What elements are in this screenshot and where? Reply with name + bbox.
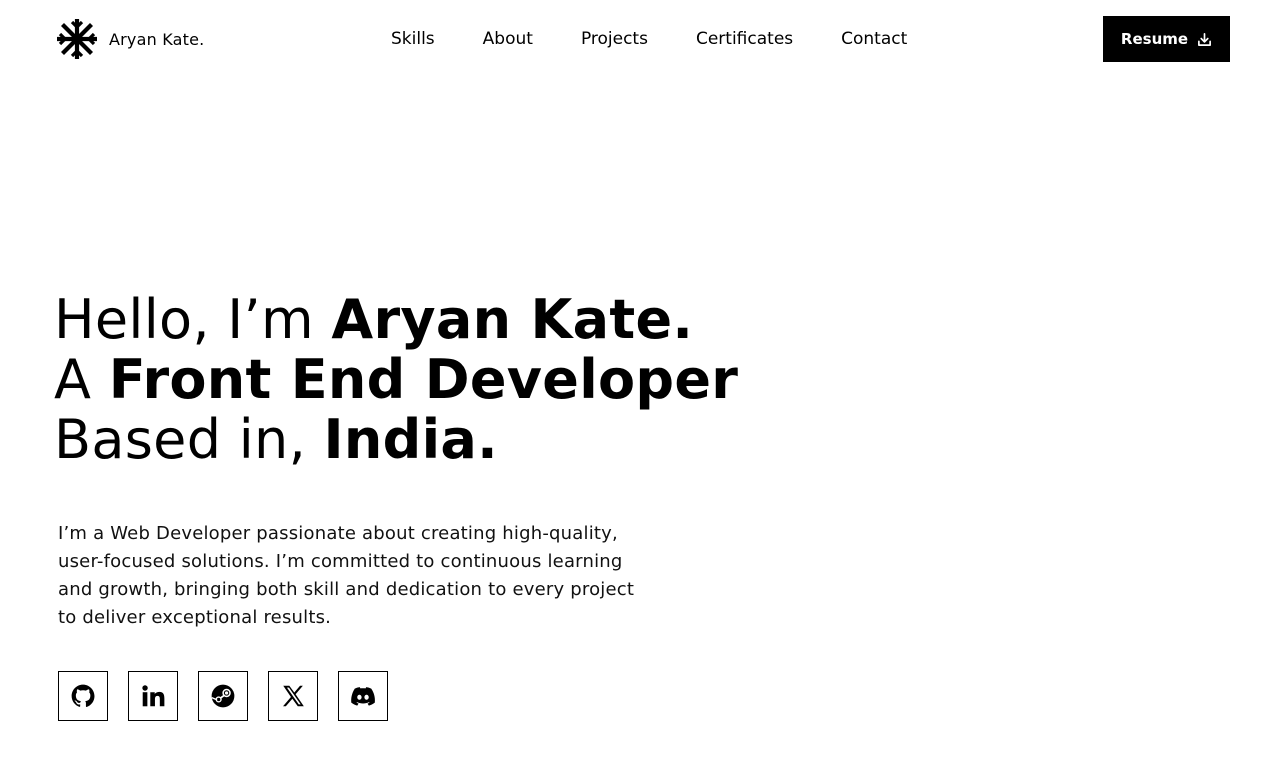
nav-link-certificates[interactable]: Certificates bbox=[696, 28, 793, 50]
asterisk-snowflake-icon bbox=[56, 18, 98, 60]
hero-line-3: Based in, India. bbox=[54, 410, 738, 470]
github-link[interactable] bbox=[58, 671, 108, 721]
x-twitter-link[interactable] bbox=[268, 671, 318, 721]
hero-role-prefix: A bbox=[54, 348, 109, 411]
steam-icon bbox=[210, 683, 236, 709]
nav-link-skills[interactable]: Skills bbox=[391, 28, 435, 50]
hero-heading: Hello, I’m Aryan Kate. A Front End Devel… bbox=[54, 290, 738, 470]
x-twitter-icon bbox=[280, 683, 306, 709]
hero-role: Front End Developer bbox=[108, 348, 739, 411]
discord-icon bbox=[350, 683, 376, 709]
hero-line-1: Hello, I’m Aryan Kate. bbox=[54, 290, 738, 350]
social-links bbox=[58, 671, 388, 721]
brand-logo-link[interactable]: Aryan Kate. bbox=[56, 18, 204, 60]
nav-link-about[interactable]: About bbox=[483, 28, 533, 50]
hero-name: Aryan Kate. bbox=[331, 288, 694, 351]
nav-link-contact[interactable]: Contact bbox=[841, 28, 907, 50]
hero-line-2: A Front End Developer bbox=[54, 350, 738, 410]
site-header: Aryan Kate. Skills About Projects Certif… bbox=[0, 0, 1282, 78]
discord-link[interactable] bbox=[338, 671, 388, 721]
resume-download-button[interactable]: Resume bbox=[1103, 16, 1230, 62]
steam-link[interactable] bbox=[198, 671, 248, 721]
main-nav: Skills About Projects Certificates Conta… bbox=[391, 28, 907, 50]
github-icon bbox=[70, 683, 96, 709]
linkedin-link[interactable] bbox=[128, 671, 178, 721]
hero-greeting: Hello, I’m bbox=[54, 288, 332, 351]
download-icon bbox=[1197, 32, 1212, 47]
hero-location-prefix: Based in, bbox=[54, 408, 324, 471]
hero-description: I’m a Web Developer passionate about cre… bbox=[58, 523, 635, 628]
resume-button-label: Resume bbox=[1120, 30, 1189, 48]
linkedin-icon bbox=[140, 683, 166, 709]
hero-location: India. bbox=[323, 408, 498, 471]
nav-link-projects[interactable]: Projects bbox=[581, 28, 648, 50]
brand-name: Aryan Kate. bbox=[109, 29, 205, 49]
